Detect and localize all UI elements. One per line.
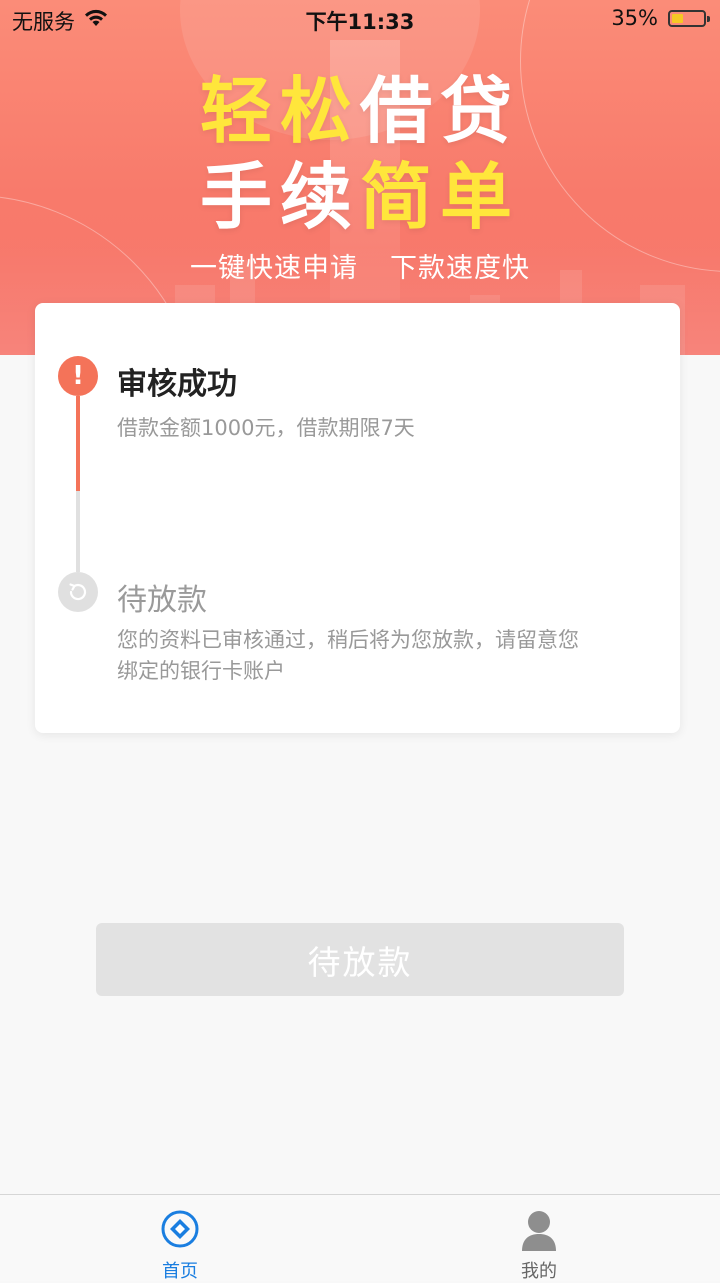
battery-percent: 35% [611, 6, 658, 30]
hero-banner: 轻松借贷 手续简单 一键快速申请 下款速度快 [0, 0, 720, 355]
loan-status-card: ! 审核成功 借款金额1000元，借款期限7天 待放款 您的资料已审核通过，稍后… [35, 303, 680, 733]
pending-disbursement-button[interactable]: 待放款 [96, 923, 624, 996]
tab-mine-label: 我的 [521, 1261, 557, 1282]
banner-title-char: 续 [279, 155, 360, 239]
tab-home-label: 首页 [162, 1261, 198, 1282]
step-desc-approved: 借款金额1000元，借款期限7天 [117, 416, 415, 440]
slogan-left: 一键快速申请 [190, 253, 358, 284]
tab-bar: 首页 我的 [0, 1194, 720, 1282]
progress-line-done [76, 396, 80, 491]
slogan-right: 下款速度快 [390, 253, 530, 284]
banner-slogan: 一键快速申请 下款速度快 [0, 246, 720, 285]
banner-title-char: 单 [440, 155, 521, 239]
step-desc-pending: 您的资料已审核通过，稍后将为您放款，请留意您绑定的银行卡账户 [117, 628, 579, 683]
banner-title-char: 简 [360, 155, 441, 239]
alert-icon: ! [58, 356, 98, 396]
banner-title-line-2: 手续简单 [0, 138, 720, 243]
home-icon [160, 1209, 200, 1249]
status-bar: 无服务 下午11:33 35% [0, 0, 720, 38]
pending-icon [58, 572, 98, 612]
battery-icon [668, 10, 710, 27]
banner-title-char: 手 [199, 155, 280, 239]
user-icon [519, 1209, 559, 1251]
tab-mine[interactable]: 我的 [479, 1195, 599, 1282]
step-title-pending: 待放款 [117, 583, 207, 618]
progress-line-pending [76, 491, 80, 572]
step-title-approved: 审核成功 [117, 367, 237, 402]
tab-home[interactable]: 首页 [120, 1195, 240, 1282]
